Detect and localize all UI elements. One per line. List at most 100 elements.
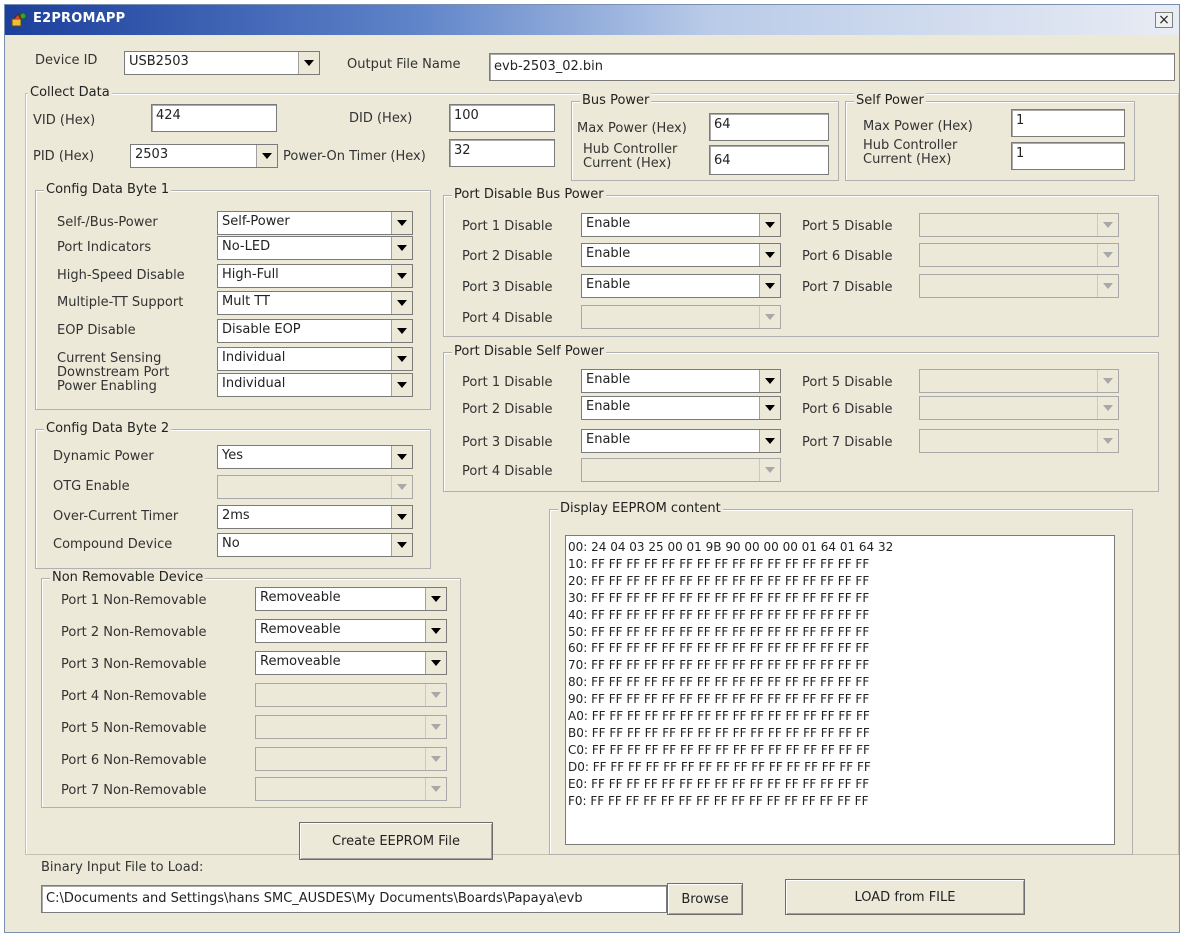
config1-dropdown-3[interactable]: Mult TT — [217, 291, 413, 315]
chevron-down-icon[interactable] — [759, 397, 780, 419]
app-window: E2PROMAPP × Device ID USB2503 Output Fil… — [4, 4, 1180, 933]
chevron-down-icon[interactable] — [425, 778, 446, 800]
chevron-down-icon[interactable] — [391, 446, 412, 468]
self-port6-dropdown[interactable] — [919, 396, 1119, 420]
config2-dropdown-0[interactable]: Yes — [217, 445, 413, 469]
non-removable-label-2: Port 2 Non-Removable — [61, 625, 207, 640]
config1-dropdown-4[interactable]: Disable EOP — [217, 319, 413, 343]
chevron-down-icon[interactable] — [298, 52, 319, 74]
chevron-down-icon[interactable] — [391, 374, 412, 396]
self-port1-dropdown[interactable]: Enable — [581, 369, 781, 393]
config2-dropdown-3-value: No — [222, 536, 240, 551]
chevron-down-icon[interactable] — [759, 275, 780, 297]
chevron-down-icon[interactable] — [1097, 244, 1118, 266]
non-removable-dropdown-4[interactable] — [255, 683, 447, 707]
self-port5-dropdown[interactable] — [919, 369, 1119, 393]
chevron-down-icon[interactable] — [425, 748, 446, 770]
downstream-port-power-label-line1: Downstream Port — [57, 365, 170, 380]
create-eeprom-button[interactable]: Create EEPROM File — [299, 822, 493, 860]
bus-max-power-input[interactable]: 64 — [709, 113, 829, 141]
self-port1-label: Port 1 Disable — [462, 375, 553, 390]
self-power-title: Self Power — [854, 93, 926, 108]
eeprom-line: 00: 24 04 03 25 00 01 9B 90 00 00 00 01 … — [568, 540, 894, 554]
config1-dropdown-2[interactable]: High-Full — [217, 264, 413, 288]
pid-dropdown[interactable]: 2503 — [130, 144, 278, 168]
chevron-down-icon[interactable] — [391, 212, 412, 234]
chevron-down-icon[interactable] — [391, 320, 412, 342]
output-file-input[interactable]: evb-2503_02.bin — [489, 53, 1175, 81]
self-port2-dropdown[interactable]: Enable — [581, 396, 781, 420]
bus-hub-current-input[interactable]: 64 — [709, 145, 829, 175]
downstream-port-power-label: Downstream Port Power Enabling — [57, 366, 169, 394]
chevron-down-icon[interactable] — [1097, 397, 1118, 419]
config1-dropdown-0[interactable]: Self-Power — [217, 211, 413, 235]
close-icon: × — [1158, 12, 1170, 28]
config1-dropdown-5[interactable]: Individual — [217, 347, 413, 371]
chevron-down-icon[interactable] — [425, 620, 446, 642]
chevron-down-icon[interactable] — [391, 292, 412, 314]
chevron-down-icon[interactable] — [391, 534, 412, 556]
self-port5-label: Port 5 Disable — [802, 375, 893, 390]
bus-port2-dropdown[interactable]: Enable — [581, 243, 781, 267]
self-max-power-input[interactable]: 1 — [1011, 109, 1125, 137]
config1-dropdown-6[interactable]: Individual — [217, 373, 413, 397]
bus-port3-dropdown[interactable]: Enable — [581, 274, 781, 298]
app-icon — [11, 12, 27, 27]
chevron-down-icon[interactable] — [256, 145, 277, 167]
chevron-down-icon[interactable] — [391, 476, 412, 498]
load-from-file-button[interactable]: LOAD from FILE — [785, 879, 1025, 915]
non-removable-dropdown-1[interactable]: Removeable — [255, 587, 447, 611]
browse-button[interactable]: Browse — [667, 883, 743, 915]
bus-port7-dropdown[interactable] — [919, 274, 1119, 298]
chevron-down-icon[interactable] — [1097, 214, 1118, 236]
chevron-down-icon[interactable] — [759, 306, 780, 328]
eeprom-content-box[interactable]: 00: 24 04 03 25 00 01 9B 90 00 00 00 01 … — [565, 535, 1115, 845]
pid-label: PID (Hex) — [33, 149, 95, 164]
chevron-down-icon[interactable] — [759, 430, 780, 452]
non-removable-dropdown-5[interactable] — [255, 715, 447, 739]
non-removable-dropdown-7[interactable] — [255, 777, 447, 801]
self-port3-dropdown[interactable]: Enable — [581, 429, 781, 453]
self-port7-dropdown[interactable] — [919, 429, 1119, 453]
non-removable-dropdown-3-value: Removeable — [260, 654, 341, 669]
config2-dropdown-0-value: Yes — [222, 448, 243, 463]
chevron-down-icon[interactable] — [391, 237, 412, 259]
bus-port1-dropdown[interactable]: Enable — [581, 213, 781, 237]
chevron-down-icon[interactable] — [759, 244, 780, 266]
bus-port6-dropdown[interactable] — [919, 243, 1119, 267]
config2-dropdown-2[interactable]: 2ms — [217, 505, 413, 529]
non-removable-dropdown-6[interactable] — [255, 747, 447, 771]
chevron-down-icon[interactable] — [425, 716, 446, 738]
downstream-port-power-label-line2: Power Enabling — [57, 379, 157, 394]
chevron-down-icon[interactable] — [425, 588, 446, 610]
chevron-down-icon[interactable] — [759, 370, 780, 392]
config2-dropdown-3[interactable]: No — [217, 533, 413, 557]
chevron-down-icon[interactable] — [759, 459, 780, 481]
config1-dropdown-1[interactable]: No-LED — [217, 236, 413, 260]
chevron-down-icon[interactable] — [425, 652, 446, 674]
chevron-down-icon[interactable] — [425, 684, 446, 706]
chevron-down-icon[interactable] — [1097, 275, 1118, 297]
device-id-dropdown[interactable]: USB2503 — [124, 51, 320, 75]
eeprom-line: 50: FF FF FF FF FF FF FF FF FF FF FF FF … — [568, 624, 870, 639]
did-input[interactable]: 100 — [449, 104, 555, 132]
chevron-down-icon[interactable] — [759, 214, 780, 236]
binary-input-path[interactable]: C:\Documents and Settings\hans SMC_AUSDE… — [41, 885, 667, 913]
chevron-down-icon[interactable] — [391, 348, 412, 370]
bus-port5-dropdown[interactable] — [919, 213, 1119, 237]
chevron-down-icon[interactable] — [391, 265, 412, 287]
eeprom-line: D0: FF FF FF FF FF FF FF FF FF FF FF FF … — [568, 759, 871, 774]
power-on-timer-input[interactable]: 32 — [449, 139, 555, 167]
title-bar[interactable]: E2PROMAPP × — [5, 5, 1179, 35]
self-port4-dropdown[interactable] — [581, 458, 781, 482]
close-button[interactable]: × — [1155, 12, 1173, 28]
self-hub-current-input[interactable]: 1 — [1011, 142, 1125, 170]
chevron-down-icon[interactable] — [1097, 430, 1118, 452]
non-removable-dropdown-2[interactable]: Removeable — [255, 619, 447, 643]
vid-input[interactable]: 424 — [151, 104, 277, 132]
chevron-down-icon[interactable] — [1097, 370, 1118, 392]
bus-port4-dropdown[interactable] — [581, 305, 781, 329]
non-removable-dropdown-3[interactable]: Removeable — [255, 651, 447, 675]
chevron-down-icon[interactable] — [391, 506, 412, 528]
config2-dropdown-1[interactable] — [217, 475, 413, 499]
